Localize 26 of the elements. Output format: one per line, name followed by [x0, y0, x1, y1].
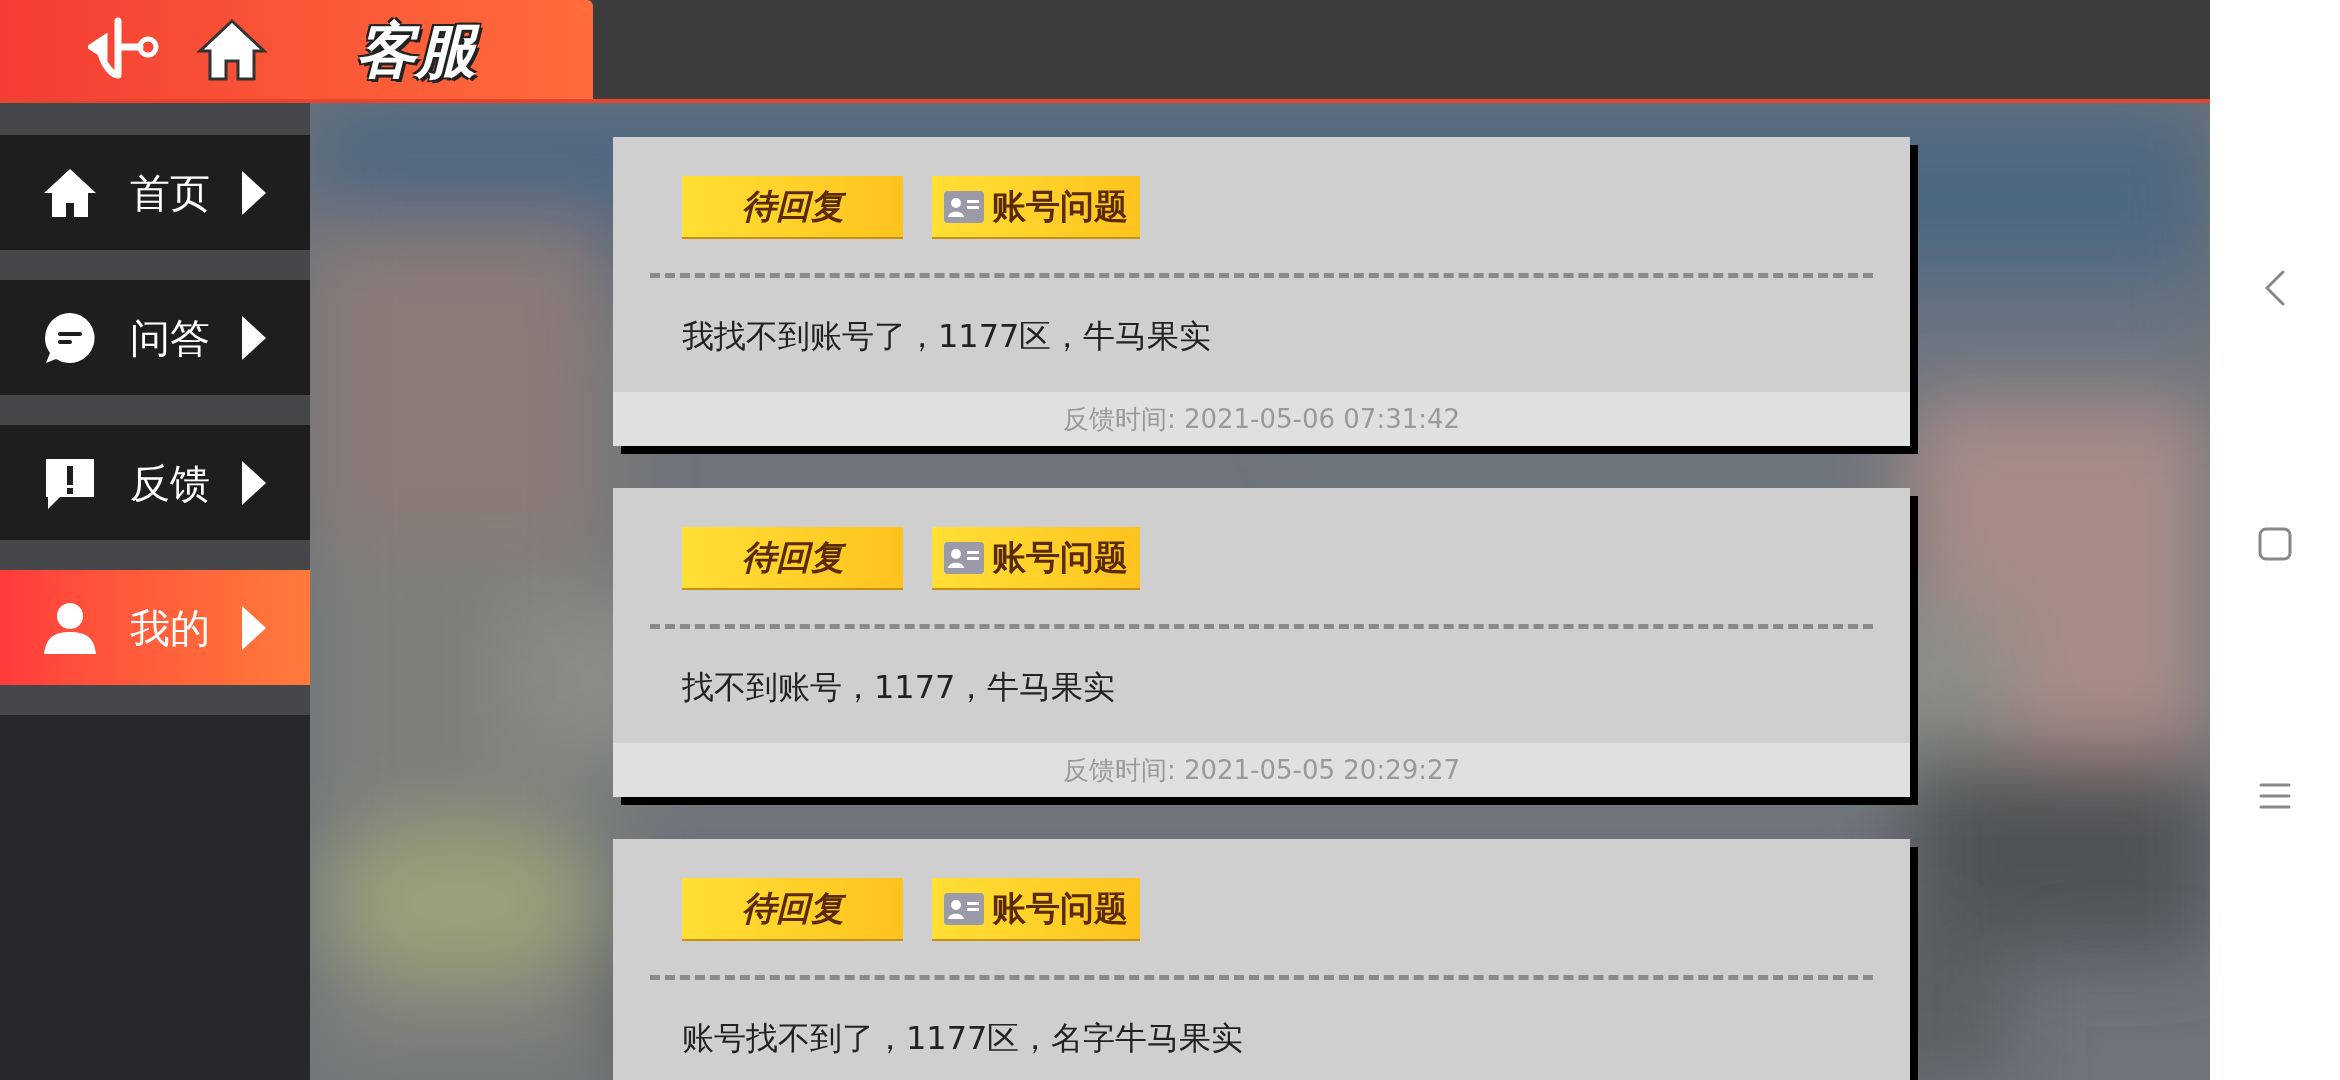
category-tag: 账号问题 — [932, 176, 1140, 239]
sidebar-item[interactable]: 问答 — [0, 280, 310, 395]
status-tag: 待回复 — [682, 176, 903, 239]
id-card-icon — [944, 892, 984, 925]
sidebar-item[interactable]: 首页 — [0, 135, 310, 250]
feedback-time: 反馈时间: 2021-05-06 07:31:42 — [613, 392, 1910, 446]
menu-icon[interactable] — [2259, 781, 2291, 810]
id-card-icon — [944, 541, 984, 574]
home-icon[interactable] — [196, 16, 268, 83]
message-text: 我找不到账号了，1177区，牛马果实 — [681, 316, 1213, 357]
triangle-right-icon — [242, 605, 266, 650]
sidebar-item[interactable]: 反馈 — [0, 425, 310, 540]
category-tag: 账号问题 — [932, 878, 1140, 941]
triangle-right-icon — [242, 170, 266, 215]
feedback-time: 反馈时间: 2021-05-05 20:29:27 — [613, 743, 1910, 797]
triangle-right-icon — [242, 460, 266, 505]
back-icon[interactable] — [2265, 270, 2285, 307]
status-tag: 待回复 — [682, 527, 903, 590]
category-tag: 账号问题 — [932, 527, 1140, 590]
square-icon[interactable] — [2258, 527, 2292, 561]
message-text: 找不到账号，1177，牛马果实 — [681, 667, 1117, 708]
home-icon — [42, 166, 98, 219]
id-card-icon — [944, 190, 984, 223]
triangle-right-icon — [242, 315, 266, 360]
status-tag: 待回复 — [682, 878, 903, 941]
message-text: 账号找不到了，1177区，名字牛马果实 — [681, 1018, 1245, 1059]
